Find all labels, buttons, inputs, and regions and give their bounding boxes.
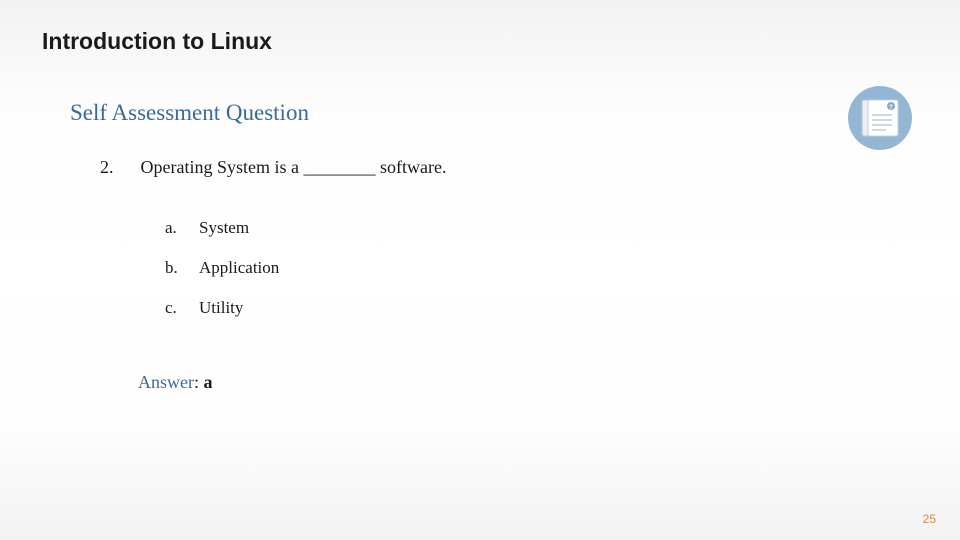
quiz-document-icon: ?: [848, 86, 912, 150]
option-text: System: [199, 218, 249, 237]
page-number: 25: [923, 512, 936, 526]
option-c: c.Utility: [165, 298, 279, 318]
option-text: Application: [199, 258, 279, 277]
section-heading: Self Assessment Question: [70, 100, 309, 126]
question-number: 2.: [100, 157, 136, 178]
option-b: b.Application: [165, 258, 279, 278]
slide-title: Introduction to Linux: [42, 28, 272, 55]
option-letter: c.: [165, 298, 199, 318]
question-row: 2. Operating System is a ________ softwa…: [100, 157, 446, 178]
question-text: Operating System is a ________ software.: [141, 157, 447, 177]
svg-text:?: ?: [889, 105, 893, 111]
answer-value: a: [204, 372, 213, 392]
option-letter: a.: [165, 218, 199, 238]
option-a: a.System: [165, 218, 279, 238]
answer-colon: :: [194, 372, 204, 392]
answer-row: Answer: a: [138, 372, 213, 393]
options-list: a.System b.Application c.Utility: [165, 218, 279, 338]
option-letter: b.: [165, 258, 199, 278]
answer-label: Answer: [138, 372, 194, 392]
option-text: Utility: [199, 298, 243, 317]
